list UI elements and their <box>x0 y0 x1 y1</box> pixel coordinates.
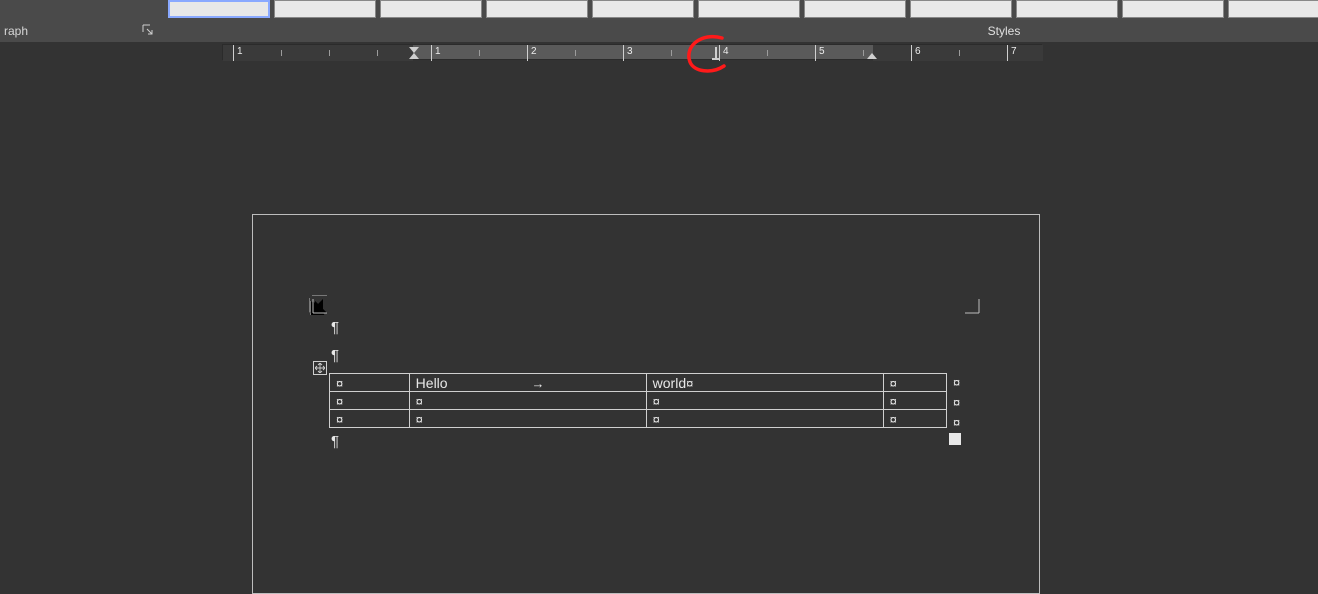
table-cell[interactable]: ¤ <box>646 410 883 428</box>
paragraph-group: raph <box>0 20 160 42</box>
style-slot[interactable] <box>486 0 588 18</box>
row-end-mark: ¤ <box>953 375 960 390</box>
ruler-left-margin <box>223 45 413 61</box>
paragraph-mark: ¶ <box>331 347 339 364</box>
table-cell[interactable]: ¤ <box>330 374 410 392</box>
ruler-tick: 1 <box>233 45 234 61</box>
table-cell[interactable]: ¤ <box>409 410 646 428</box>
ruler-tick: 1 <box>431 45 432 61</box>
style-slot[interactable] <box>910 0 1012 18</box>
table-move-handle-icon[interactable] <box>313 361 327 375</box>
style-slot[interactable] <box>592 0 694 18</box>
ruler-right-margin <box>873 45 1043 61</box>
style-slot[interactable] <box>380 0 482 18</box>
table-cell[interactable]: ¤ <box>883 392 946 410</box>
table-cell[interactable]: ¤ <box>409 392 646 410</box>
style-slot[interactable] <box>1228 0 1318 18</box>
style-slot[interactable] <box>274 0 376 18</box>
paragraph-group-label: raph <box>4 24 28 38</box>
right-indent-handle[interactable] <box>867 45 877 61</box>
row-end-mark: ¤ <box>953 395 960 410</box>
ruler-tick: 2 <box>527 45 528 61</box>
document-table[interactable]: ¤ Hello → world¤ ¤ ¤ ¤ ¤ ¤ ¤ ¤ ¤ ¤ <box>329 373 947 428</box>
style-slot[interactable] <box>1016 0 1118 18</box>
style-slot[interactable] <box>698 0 800 18</box>
table-row[interactable]: ¤ ¤ ¤ ¤ <box>330 410 947 428</box>
table-row[interactable]: ¤ ¤ ¤ ¤ <box>330 392 947 410</box>
table-cell[interactable]: ¤ <box>646 392 883 410</box>
horizontal-ruler[interactable]: 1 1 2 3 4 5 6 7 /* decorative */ <box>222 44 1042 60</box>
table-cell[interactable]: ¤ <box>883 374 946 392</box>
ruler-tick: 3 <box>623 45 624 61</box>
left-indent-handle[interactable] <box>409 45 419 61</box>
paragraph-mark: ¶ <box>331 319 339 336</box>
style-slot[interactable] <box>168 0 270 18</box>
ruler-tick: 6 <box>911 45 912 61</box>
paragraph-mark: ¶ <box>331 433 339 450</box>
table-row[interactable]: ¤ Hello → world¤ ¤ <box>330 374 947 392</box>
table-cell[interactable]: world¤ <box>646 374 883 392</box>
table-cell[interactable]: Hello → <box>409 374 646 392</box>
style-slot[interactable] <box>1122 0 1224 18</box>
table-cell[interactable]: ¤ <box>330 410 410 428</box>
style-slot[interactable] <box>804 0 906 18</box>
ribbon-labels-row <box>0 20 1318 42</box>
tab-stop-handle[interactable] <box>711 45 721 61</box>
table-resize-handle[interactable] <box>949 433 961 445</box>
table-cell[interactable]: ¤ <box>330 392 410 410</box>
row-end-mark: ¤ <box>953 415 960 430</box>
style-gallery[interactable] <box>168 0 1318 20</box>
document-page[interactable]: ¶ ¶ ¤ Hello → world¤ ¤ ¤ ¤ ¤ ¤ ¤ ¤ ¤ ¤ <box>252 214 1040 594</box>
tab-arrow-icon: → <box>531 376 544 391</box>
ruler-tick: 7 <box>1007 45 1008 61</box>
ruler-tick: 5 <box>815 45 816 61</box>
cell-text: Hello <box>416 375 448 391</box>
corner-tl-icon <box>303 291 327 315</box>
cell-text: world <box>653 375 686 391</box>
corner-tr-icon <box>965 291 989 315</box>
dialog-launcher-icon[interactable] <box>142 24 154 36</box>
table-cell[interactable]: ¤ <box>883 410 946 428</box>
